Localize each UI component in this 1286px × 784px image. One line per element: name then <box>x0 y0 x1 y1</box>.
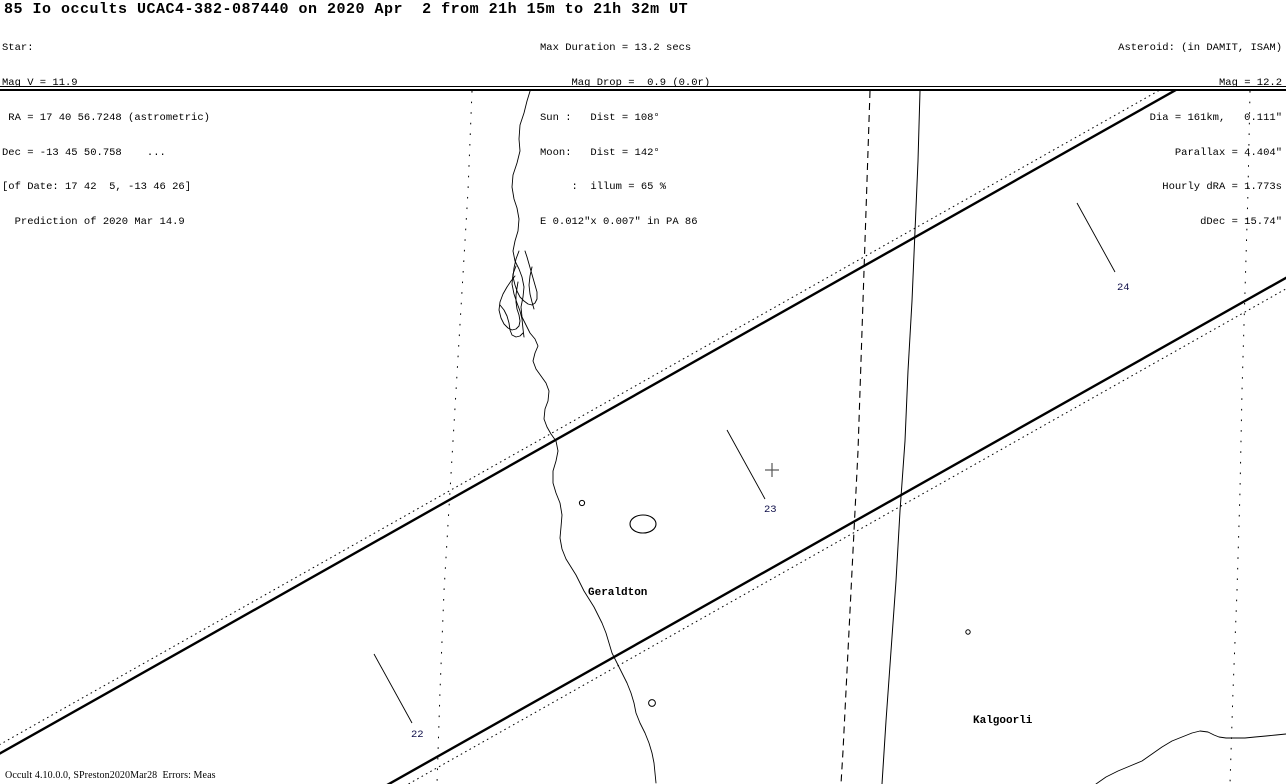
footer-credit: Occult 4.10.0.0, SPreston2020Mar28 Error… <box>5 770 216 781</box>
star-heading: Star: <box>2 42 34 55</box>
max-duration: Max Duration = 13.2 secs <box>540 42 692 55</box>
center-crosshair-icon <box>765 463 779 477</box>
header-panel: 85 Io occults UCAC4-382-087440 on 2020 A… <box>0 0 1286 228</box>
city-dot-kalgoorli <box>965 629 971 635</box>
time-tick-22 <box>373 653 413 724</box>
time-tick-marks <box>373 202 1116 724</box>
path-south-limit-line <box>386 276 1286 784</box>
time-label-24: 24 <box>1117 282 1130 294</box>
path-south-uncertainty-line <box>407 288 1286 784</box>
coastline <box>498 91 657 784</box>
meridian-125E <box>1229 91 1251 784</box>
map-canvas[interactable]: Geraldton Perth Kalgoorli 22 23 24 <box>0 91 1286 784</box>
time-tick-23 <box>726 429 766 500</box>
time-label-22: 22 <box>411 729 424 741</box>
star-magnitude: Mag V = 11.9 <box>2 76 78 89</box>
mag-drop: Mag Drop = 0.9 (0.0r) <box>540 76 711 89</box>
path-north-limit-line <box>0 91 1177 755</box>
map-graphics <box>0 91 1286 784</box>
coastline-south <box>1095 730 1286 784</box>
page-title: 85 Io occults UCAC4-382-087440 on 2020 A… <box>4 1 689 18</box>
asteroid-name: Asteroid: (in DAMIT, ISAM) <box>1118 42 1282 55</box>
time-tick-24 <box>1076 202 1116 273</box>
city-label-geraldton: Geraldton <box>588 587 648 599</box>
terminator-line <box>840 91 871 784</box>
city-markers <box>578 499 971 707</box>
time-label-23: 23 <box>764 504 777 516</box>
occultation-prediction-page: 85 Io occults UCAC4-382-087440 on 2020 A… <box>0 0 1286 784</box>
asteroid-magnitude: Mag = 12.2 <box>1218 76 1282 89</box>
header-divider-upper <box>0 86 1286 87</box>
asteroid-shadow-ellipse <box>629 514 657 534</box>
state-boundary <box>881 91 921 784</box>
city-dot-perth <box>648 699 656 707</box>
city-label-kalgoorli: Kalgoorli <box>973 715 1033 727</box>
path-north-uncertainty-line <box>0 91 1160 746</box>
meridian-115E <box>436 91 473 784</box>
city-dot-geraldton <box>578 499 586 507</box>
